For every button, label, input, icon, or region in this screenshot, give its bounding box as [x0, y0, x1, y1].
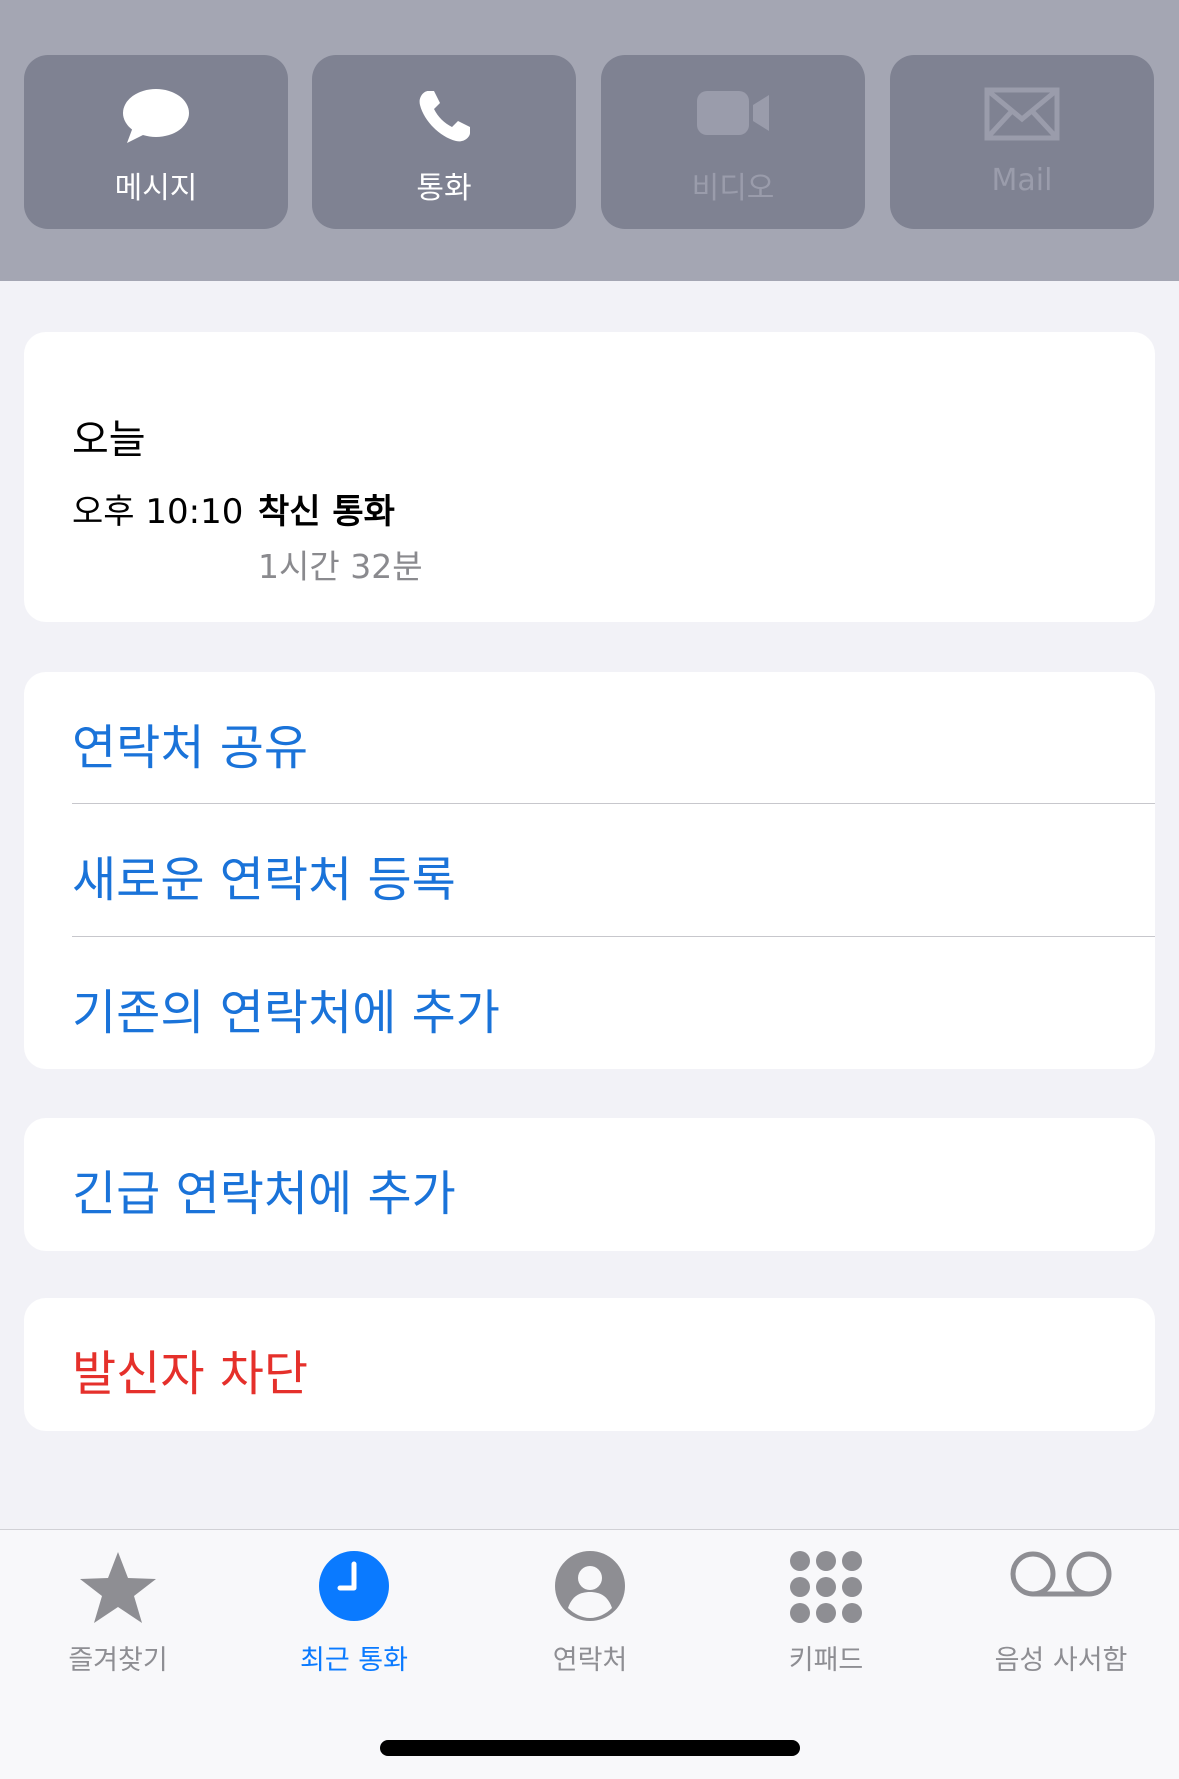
- create-new-contact-row[interactable]: 새로운 연락처 등록: [24, 804, 1155, 936]
- call-button[interactable]: 통화: [312, 55, 576, 229]
- tab-recents-label: 최근 통화: [300, 1645, 408, 1676]
- create-new-contact-label: 새로운 연락처 등록: [72, 852, 456, 908]
- call-date: 오늘: [72, 417, 146, 463]
- add-to-existing-contact-label: 기존의 연락처에 추가: [72, 985, 500, 1041]
- add-to-existing-contact-row[interactable]: 기존의 연락처에 추가: [24, 937, 1155, 1069]
- tab-contacts[interactable]: 연락처: [472, 1530, 708, 1690]
- block-card: 발신자 차단: [24, 1298, 1155, 1431]
- person-icon: [554, 1550, 626, 1626]
- call-label: 통화: [416, 171, 472, 206]
- tab-voicemail[interactable]: 음성 사서함: [943, 1530, 1179, 1690]
- mail-icon: [984, 87, 1060, 145]
- tab-favorites[interactable]: 즐겨찾기: [0, 1530, 236, 1690]
- message-button[interactable]: 메시지: [24, 55, 288, 229]
- share-contact-row[interactable]: 연락처 공유: [24, 672, 1155, 804]
- tab-voicemail-label: 음성 사서함: [994, 1645, 1128, 1676]
- call-log-card: 오늘 오후 10:10 착신 통화 1시간 32분: [24, 332, 1155, 622]
- call-time: 오후 10:10: [72, 492, 244, 532]
- video-button[interactable]: 비디오: [601, 55, 865, 229]
- video-icon: [695, 87, 771, 143]
- block-caller-label: 발신자 차단: [72, 1346, 309, 1402]
- video-label: 비디오: [691, 171, 775, 206]
- share-contact-label: 연락처 공유: [72, 720, 309, 776]
- tab-favorites-label: 즐겨찾기: [68, 1645, 168, 1676]
- tab-contacts-label: 연락처: [552, 1645, 628, 1676]
- tab-keypad[interactable]: 키패드: [708, 1530, 944, 1690]
- message-label: 메시지: [114, 171, 198, 206]
- voicemail-icon: [1009, 1550, 1113, 1602]
- mail-label: Mail: [991, 163, 1053, 198]
- emergency-card: 긴급 연락처에 추가: [24, 1118, 1155, 1251]
- clock-icon: [318, 1550, 390, 1626]
- phone-icon: [414, 87, 474, 151]
- tab-recents[interactable]: 최근 통화: [236, 1530, 472, 1690]
- star-icon: [78, 1550, 158, 1630]
- block-caller-row[interactable]: 발신자 차단: [24, 1298, 1155, 1430]
- tab-keypad-label: 키패드: [788, 1645, 864, 1676]
- contact-action-bar: 메시지 통화 비디오 Mail: [0, 0, 1179, 281]
- call-duration: 1시간 32분: [258, 547, 423, 586]
- call-type: 착신 통화: [258, 492, 395, 532]
- add-emergency-contact-row[interactable]: 긴급 연락처에 추가: [24, 1118, 1155, 1250]
- contact-options-card: 연락처 공유 새로운 연락처 등록 기존의 연락처에 추가: [24, 672, 1155, 1069]
- message-icon: [121, 87, 191, 151]
- add-emergency-contact-label: 긴급 연락처에 추가: [72, 1166, 456, 1222]
- mail-button[interactable]: Mail: [890, 55, 1154, 229]
- home-indicator[interactable]: [380, 1740, 800, 1756]
- keypad-icon: [789, 1550, 863, 1628]
